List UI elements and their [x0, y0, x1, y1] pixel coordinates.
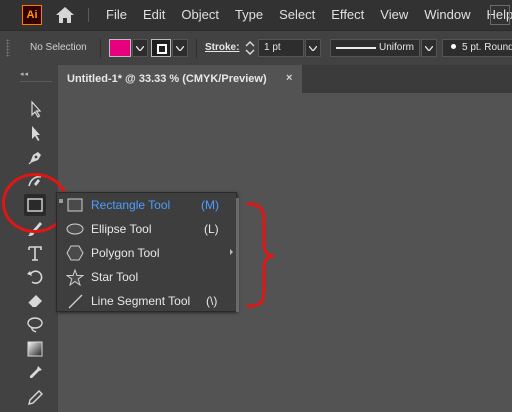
- stroke-weight-field[interactable]: 1 pt: [258, 39, 304, 57]
- flyout-item-polygon[interactable]: Polygon Tool: [65, 241, 235, 265]
- rotate-tool[interactable]: [24, 266, 46, 288]
- eyedropper-tool[interactable]: [24, 362, 46, 384]
- eraser-icon: [27, 295, 42, 308]
- menu-window[interactable]: Window: [416, 0, 478, 30]
- type-icon: [28, 246, 42, 261]
- annotation-brace: [246, 202, 275, 308]
- document-tab[interactable]: Untitled-1* @ 33.33 % (CMYK/Preview) ×: [58, 65, 302, 93]
- tools-panel: ◂◂: [0, 65, 58, 412]
- menu-effect[interactable]: Effect: [323, 0, 372, 30]
- close-icon[interactable]: ×: [286, 72, 292, 84]
- flyout-tearoff-handle[interactable]: [59, 199, 63, 203]
- eraser-tool[interactable]: [24, 290, 46, 312]
- control-bar: No Selection Stroke: 1 pt Uniform 5 pt. …: [0, 30, 512, 65]
- curvature-icon: [28, 175, 42, 187]
- pen-icon: [28, 152, 41, 165]
- type-tool[interactable]: [24, 242, 46, 264]
- shape-tools-flyout: Rectangle Tool (M) Ellipse Tool (L) Poly…: [56, 192, 237, 312]
- flyout-edge: [236, 198, 239, 312]
- curvature-tool[interactable]: [24, 170, 46, 192]
- measure-tool[interactable]: [24, 386, 46, 408]
- flyout-item-ellipse[interactable]: Ellipse Tool (L): [65, 217, 235, 241]
- chevron-down-icon: [309, 45, 317, 51]
- stroke-dropdown-button[interactable]: [172, 39, 188, 57]
- app-logo: Ai: [22, 5, 42, 25]
- stroke-color-swatch[interactable]: [151, 39, 171, 57]
- menu-select[interactable]: Select: [271, 0, 323, 30]
- direct-selection-tool[interactable]: [24, 122, 46, 144]
- menu-type[interactable]: Type: [227, 0, 271, 30]
- panel-divider: [20, 81, 52, 82]
- stroke-weight-spinner-icon[interactable]: [244, 39, 256, 57]
- flyout-item-label: Line Segment Tool: [91, 294, 191, 308]
- flyout-item-line-segment[interactable]: Line Segment Tool (\): [65, 289, 235, 313]
- menu-object[interactable]: Object: [173, 0, 227, 30]
- control-divider: [196, 39, 197, 58]
- flyout-item-label: Star Tool: [91, 270, 139, 284]
- variable-width-profile[interactable]: Uniform: [330, 39, 420, 57]
- stroke-label[interactable]: Stroke:: [205, 42, 239, 53]
- flyout-item-shortcut: (L): [204, 222, 219, 236]
- menu-divider: [88, 8, 89, 22]
- selection-tool[interactable]: [24, 98, 46, 120]
- gradient-icon: [27, 341, 43, 357]
- rotate-icon: [27, 270, 43, 284]
- flyout-item-rectangle[interactable]: Rectangle Tool (M): [65, 193, 235, 217]
- brush-label: 5 pt. Round: [462, 42, 512, 53]
- rectangle-tool[interactable]: [24, 194, 46, 216]
- flyout-item-shortcut: (\): [206, 294, 218, 308]
- pen-tool[interactable]: [24, 146, 46, 168]
- chevron-down-icon: [136, 45, 144, 51]
- polygon-icon: [65, 243, 85, 263]
- panel-collapse-icon[interactable]: ◂◂: [20, 70, 29, 78]
- canvas-edge: [496, 93, 512, 412]
- eyedropper-icon: [30, 366, 42, 378]
- menu-items: File Edit Object Type Select Effect View…: [98, 0, 512, 30]
- document-tab-strip: Untitled-1* @ 33.33 % (CMYK/Preview) ×: [58, 65, 512, 93]
- line-icon: [65, 291, 85, 311]
- menu-bar: Ai File Edit Object Type Select Effect V…: [0, 0, 512, 30]
- profile-preview-line: [336, 47, 376, 49]
- direct-selection-icon: [32, 126, 40, 141]
- chevron-down-icon: [425, 45, 433, 51]
- rectangle-icon: [65, 195, 85, 215]
- profile-dropdown[interactable]: [421, 39, 437, 57]
- lasso-tool[interactable]: [24, 314, 46, 336]
- stroke-weight-dropdown[interactable]: [305, 39, 321, 57]
- submenu-arrow-icon: [230, 249, 233, 255]
- brush-dot-icon: [451, 44, 456, 49]
- flyout-item-shortcut: (M): [201, 198, 219, 212]
- rectangle-icon: [27, 198, 43, 212]
- menu-file[interactable]: File: [98, 0, 135, 30]
- paintbrush-tool[interactable]: [24, 218, 46, 240]
- selection-arrow-icon: [31, 100, 42, 118]
- control-divider: [100, 39, 101, 58]
- selection-status: No Selection: [30, 42, 87, 53]
- flyout-item-label: Ellipse Tool: [91, 222, 152, 236]
- flyout-item-star[interactable]: Star Tool: [65, 265, 235, 289]
- fill-dropdown-button[interactable]: [132, 39, 148, 57]
- workspace-switcher[interactable]: [490, 5, 510, 25]
- home-icon[interactable]: [55, 6, 75, 24]
- paintbrush-icon: [28, 222, 42, 236]
- flyout-item-label: Rectangle Tool: [91, 198, 171, 212]
- brush-definition[interactable]: 5 pt. Round: [442, 39, 512, 57]
- profile-label: Uniform: [379, 42, 415, 53]
- menu-view[interactable]: View: [372, 0, 416, 30]
- eyedropper-icon: [28, 390, 43, 405]
- ellipse-icon: [65, 219, 85, 239]
- flyout-item-label: Polygon Tool: [91, 246, 160, 260]
- document-tab-title: Untitled-1* @ 33.33 % (CMYK/Preview): [67, 73, 267, 85]
- star-icon: [65, 267, 85, 287]
- fill-color-swatch[interactable]: [109, 39, 131, 57]
- menu-edit[interactable]: Edit: [135, 0, 173, 30]
- lasso-icon: [27, 317, 43, 333]
- chevron-down-icon: [176, 45, 184, 51]
- control-bar-grip[interactable]: [6, 39, 10, 57]
- gradient-tool[interactable]: [24, 338, 46, 360]
